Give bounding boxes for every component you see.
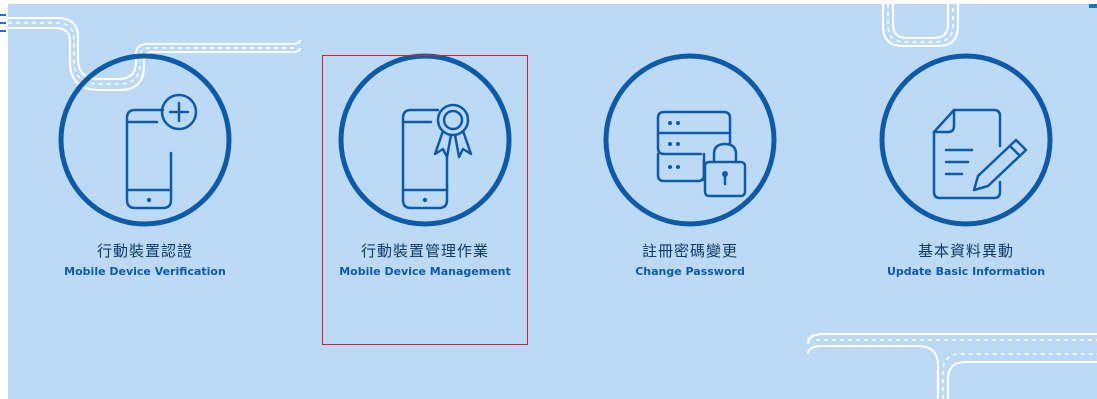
server-lock-icon	[603, 53, 777, 227]
card-update-basic-information[interactable]: 基本資料異動 Update Basic Information	[866, 50, 1066, 350]
card-title-zh: 註冊密碼變更	[641, 242, 738, 260]
card-title-en: Change Password	[635, 265, 745, 278]
left-edge-marks	[0, 14, 6, 32]
selected-card-highlight	[322, 55, 528, 345]
card-change-password[interactable]: 註冊密碼變更 Change Password	[590, 50, 790, 350]
phone-plus-icon	[58, 53, 232, 227]
document-edit-icon	[879, 53, 1053, 227]
card-title-zh: 基本資料異動	[917, 242, 1014, 260]
card-mobile-device-verification[interactable]: 行動裝置認證 Mobile Device Verification	[45, 50, 245, 350]
card-title-en: Mobile Device Verification	[64, 265, 226, 278]
corner-tab	[1089, 4, 1097, 8]
card-title-en: Update Basic Information	[886, 265, 1046, 278]
card-title-zh: 行動裝置認證	[96, 242, 193, 260]
